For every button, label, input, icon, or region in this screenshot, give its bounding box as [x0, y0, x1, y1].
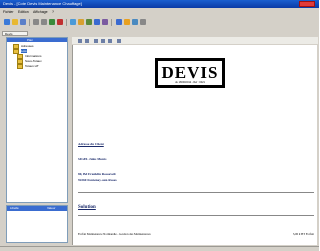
tree-panel: Plan Adresses Lots Informations Sous-Tot… — [6, 37, 68, 203]
section-title: Solution — [78, 205, 96, 210]
export-icon[interactable] — [124, 19, 130, 25]
tree-header: Plan — [7, 38, 67, 42]
separator — [78, 215, 314, 216]
copy-icon[interactable] — [70, 19, 76, 25]
print-icon[interactable] — [116, 19, 122, 25]
tree-item-label: Adresses — [21, 44, 34, 48]
devis-title-box: DEVIS du 18/06/2012 - Ref : 0021 — [155, 58, 225, 88]
devis-title: DEVIS — [161, 63, 219, 82]
menu-view[interactable]: Affichage — [33, 10, 48, 14]
tab-label: Devis — [5, 32, 13, 36]
mail-icon[interactable] — [132, 19, 138, 25]
tree-item-label: Sous-Totaux — [25, 59, 42, 63]
zoom-out-icon[interactable] — [85, 39, 89, 43]
tree-item-subtotals[interactable]: Sous-Totaux — [17, 59, 42, 64]
tree-item-informations[interactable]: Informations — [17, 54, 42, 59]
line-item-label: Forfait Maintenance Normandie - Gestion … — [78, 232, 151, 236]
prev-page-icon[interactable] — [101, 39, 105, 43]
column-header-value[interactable]: Valeur — [47, 206, 55, 210]
first-page-icon[interactable] — [94, 39, 98, 43]
new-icon[interactable] — [4, 19, 10, 25]
tree-item-addresses[interactable]: Adresses — [13, 44, 34, 49]
separator — [78, 192, 314, 193]
document-tab[interactable]: Devis — [2, 31, 28, 36]
menu-bar: Fichier Edition Affichage ? — [0, 9, 319, 15]
properties-panel: Libellé Valeur — [6, 205, 68, 243]
window-title: Devis - [Cote Devis Maintenance Chauffag… — [3, 1, 82, 6]
column-header-name[interactable]: Libellé — [10, 206, 19, 210]
menu-edit[interactable]: Edition — [18, 10, 29, 14]
refresh-icon[interactable] — [117, 39, 121, 43]
address-line: 80, Bd Franklin Roosevelt — [78, 172, 116, 176]
delete-icon[interactable] — [57, 19, 63, 25]
address-heading: Adresse du Client — [78, 142, 104, 146]
title-bar: Devis - [Cote Devis Maintenance Chauffag… — [0, 0, 319, 8]
tree-item-label: Informations — [25, 54, 42, 58]
properties-header: Libellé Valeur — [7, 206, 67, 211]
forward-icon[interactable] — [41, 19, 47, 25]
tree-item-totals[interactable]: Totaux HT — [17, 64, 39, 69]
close-button[interactable] — [299, 1, 315, 7]
tree-item-lots[interactable]: Lots — [13, 49, 27, 54]
undo-icon[interactable] — [94, 19, 100, 25]
document-icon — [17, 64, 23, 69]
status-bar — [0, 246, 319, 251]
menu-file[interactable]: Fichier — [3, 10, 14, 14]
open-icon[interactable] — [12, 19, 18, 25]
settings-icon[interactable] — [140, 19, 146, 25]
document-toolbar — [72, 37, 318, 44]
next-page-icon[interactable] — [108, 39, 112, 43]
tree-item-label: Totaux HT — [25, 64, 39, 68]
application-window: Devis - [Cote Devis Maintenance Chauffag… — [0, 0, 319, 251]
paste-icon[interactable] — [78, 19, 84, 25]
main-toolbar — [0, 16, 319, 30]
zoom-in-icon[interactable] — [78, 39, 82, 43]
tree-header-label: Plan — [27, 38, 34, 42]
line-item-price: 3,00 € HT Forfait — [292, 232, 314, 236]
add-icon[interactable] — [86, 19, 92, 25]
back-icon[interactable] — [33, 19, 39, 25]
line-item: Forfait Maintenance Normandie - Gestion … — [78, 232, 314, 236]
devis-subtitle: du 18/06/2012 - Ref : 0021 — [175, 81, 205, 84]
save-icon[interactable] — [20, 19, 26, 25]
play-icon[interactable] — [49, 19, 55, 25]
redo-icon[interactable] — [102, 19, 108, 25]
address-line: SIGEL Jules Monts — [78, 157, 107, 161]
menu-help[interactable]: ? — [52, 10, 54, 14]
tree-item-label: Lots — [21, 49, 27, 53]
address-line: 92260 Fontenay-aux-Roses — [78, 178, 117, 182]
